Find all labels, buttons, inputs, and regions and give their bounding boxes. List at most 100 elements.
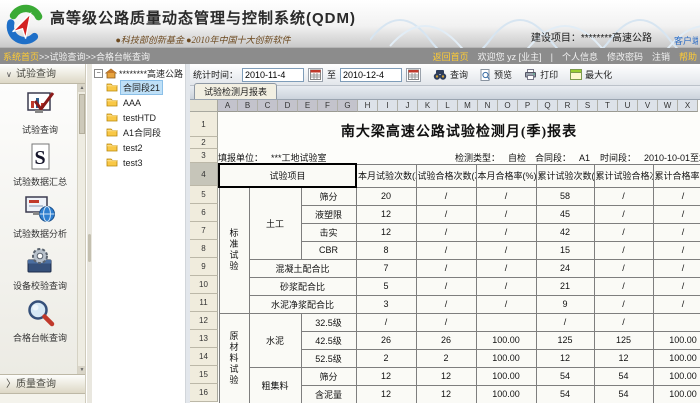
item-cell[interactable]: 含泥量: [301, 385, 356, 403]
column-header-C[interactable]: C: [258, 100, 278, 112]
value-cell[interactable]: /: [594, 295, 653, 313]
value-cell[interactable]: /: [476, 241, 536, 259]
item-cell[interactable]: CBR: [301, 241, 356, 259]
value-cell[interactable]: 12: [416, 385, 476, 403]
value-cell[interactable]: 12: [536, 349, 594, 367]
value-cell[interactable]: 42: [536, 223, 594, 241]
sidebar-item-合格台帐查询[interactable]: 合格台帐查询: [4, 299, 76, 344]
row-header-14[interactable]: 14: [190, 348, 218, 366]
sidebar-item-试验查询[interactable]: 试验查询: [4, 91, 76, 136]
row-header-1[interactable]: 1: [190, 112, 218, 137]
value-cell[interactable]: /: [536, 313, 594, 331]
value-cell[interactable]: /: [476, 277, 536, 295]
tree-node-A1合同段[interactable]: A1合同段: [106, 125, 185, 140]
user-link[interactable]: 返回首页: [433, 52, 469, 62]
value-cell[interactable]: /: [356, 313, 416, 331]
value-cell[interactable]: /: [653, 259, 700, 277]
column-header-K[interactable]: K: [418, 100, 438, 112]
row-header-6[interactable]: 6: [190, 204, 218, 222]
sheet-corner-cell[interactable]: [190, 100, 218, 112]
subgroup-cell[interactable]: 水泥: [249, 313, 301, 367]
column-header-R[interactable]: R: [558, 100, 578, 112]
value-cell[interactable]: 12: [356, 205, 416, 223]
column-header-M[interactable]: M: [458, 100, 478, 112]
value-cell[interactable]: 45: [536, 205, 594, 223]
tree-node-合同段21[interactable]: 合同段21: [106, 80, 185, 95]
user-link[interactable]: 欢迎您 yz [业主]: [478, 52, 542, 62]
value-cell[interactable]: 9: [536, 295, 594, 313]
value-cell[interactable]: 12: [356, 367, 416, 385]
header-cell[interactable]: 本月试验次数(次): [356, 164, 416, 187]
value-cell[interactable]: /: [416, 241, 476, 259]
header-cell[interactable]: 本月合格率(%): [476, 164, 536, 187]
value-cell[interactable]: /: [653, 223, 700, 241]
user-link[interactable]: 帮助: [679, 52, 697, 62]
value-cell[interactable]: /: [476, 205, 536, 223]
item-cell[interactable]: 液塑限: [301, 205, 356, 223]
date-from-input[interactable]: [242, 68, 304, 82]
sidebar-scrollbar[interactable]: ▲ ▼: [77, 84, 85, 374]
scroll-up-icon[interactable]: ▲: [78, 84, 85, 92]
value-cell[interactable]: 7: [356, 259, 416, 277]
value-cell[interactable]: 100.00: [476, 367, 536, 385]
column-header-W[interactable]: W: [658, 100, 678, 112]
client-download-link[interactable]: 客户端: [674, 34, 698, 47]
value-cell[interactable]: 100.00: [476, 385, 536, 403]
value-cell[interactable]: /: [594, 187, 653, 205]
row-header-16[interactable]: 16: [190, 384, 218, 402]
value-cell[interactable]: 54: [536, 385, 594, 403]
value-cell[interactable]: 100.00: [653, 367, 700, 385]
subgroup-cell[interactable]: 土工: [249, 187, 301, 259]
row-header-10[interactable]: 10: [190, 276, 218, 294]
header-test-item[interactable]: 试验项目: [219, 164, 356, 187]
column-header-G[interactable]: G: [338, 100, 358, 112]
column-header-D[interactable]: D: [278, 100, 298, 112]
sidebar-group-test-query[interactable]: ∨试验查询: [0, 64, 85, 84]
value-cell[interactable]: /: [653, 295, 700, 313]
value-cell[interactable]: 12: [356, 223, 416, 241]
value-cell[interactable]: 100.00: [653, 349, 700, 367]
header-cell[interactable]: 累计合格率(%): [653, 164, 700, 187]
value-cell[interactable]: 8: [356, 241, 416, 259]
column-header-J[interactable]: J: [398, 100, 418, 112]
value-cell[interactable]: 125: [536, 331, 594, 349]
value-cell[interactable]: 20: [356, 187, 416, 205]
value-cell[interactable]: 5: [356, 277, 416, 295]
value-cell[interactable]: /: [416, 295, 476, 313]
value-cell[interactable]: /: [476, 295, 536, 313]
value-cell[interactable]: 125: [594, 331, 653, 349]
sidebar-item-试验数据汇总[interactable]: S试验数据汇总: [4, 143, 76, 188]
value-cell[interactable]: 100.00: [653, 331, 700, 349]
item-cell[interactable]: 32.5级: [301, 313, 356, 331]
value-cell[interactable]: /: [594, 313, 653, 331]
value-cell[interactable]: 12: [356, 385, 416, 403]
value-cell[interactable]: 24: [536, 259, 594, 277]
item-cell[interactable]: 筛分: [301, 367, 356, 385]
value-cell[interactable]: /: [476, 223, 536, 241]
row-header-3[interactable]: 3: [190, 149, 218, 163]
row-header-15[interactable]: 15: [190, 366, 218, 384]
date-to-calendar-button[interactable]: [406, 68, 421, 82]
column-header-X[interactable]: X: [678, 100, 698, 112]
value-cell[interactable]: /: [653, 277, 700, 295]
tree-node-test2[interactable]: test2: [106, 140, 185, 155]
item-cell[interactable]: 砂浆配合比: [249, 277, 356, 295]
date-to-input[interactable]: [340, 68, 402, 82]
date-from-calendar-button[interactable]: [308, 68, 323, 82]
header-cell[interactable]: 累计试验次数(次): [536, 164, 594, 187]
value-cell[interactable]: 54: [536, 367, 594, 385]
row-header-9[interactable]: 9: [190, 258, 218, 276]
item-cell[interactable]: 击实: [301, 223, 356, 241]
value-cell[interactable]: /: [594, 277, 653, 295]
value-cell[interactable]: /: [416, 187, 476, 205]
preview-button[interactable]: 预览: [480, 68, 512, 81]
scroll-down-icon[interactable]: ▼: [78, 366, 85, 374]
item-cell[interactable]: 水泥净浆配合比: [249, 295, 356, 313]
value-cell[interactable]: 26: [356, 331, 416, 349]
row-header-4[interactable]: 4: [190, 163, 218, 186]
user-link[interactable]: 注销: [652, 52, 670, 62]
value-cell[interactable]: 2: [416, 349, 476, 367]
value-cell[interactable]: 100.00: [476, 331, 536, 349]
item-cell[interactable]: 52.5级: [301, 349, 356, 367]
item-cell[interactable]: 混凝土配合比: [249, 259, 356, 277]
